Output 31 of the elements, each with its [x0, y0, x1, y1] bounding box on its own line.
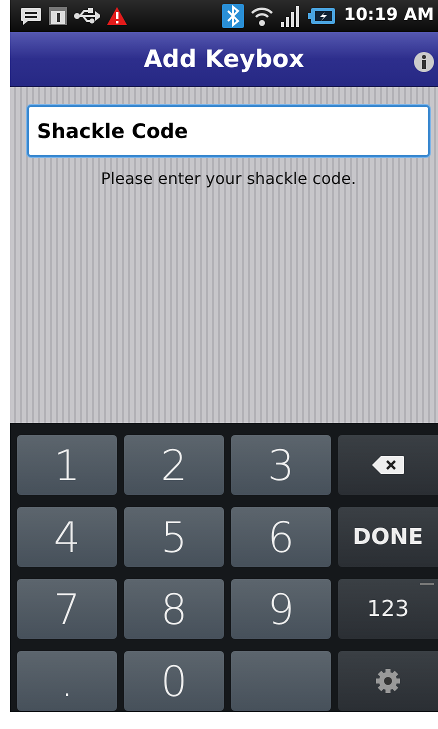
key[interactable]: 9: [231, 579, 331, 639]
key[interactable]: 7: [17, 579, 117, 639]
battery-icon: [308, 7, 336, 25]
key[interactable]: 6: [231, 507, 331, 567]
done-key[interactable]: DONE: [338, 507, 438, 567]
usb-icon: [74, 8, 100, 24]
warning-icon: [106, 6, 128, 26]
key[interactable]: 4: [17, 507, 117, 567]
calendar-icon: [48, 6, 68, 26]
message-icon: [20, 6, 42, 26]
key[interactable]: 2: [124, 435, 224, 495]
key[interactable]: 1: [17, 435, 117, 495]
screen-title: Add Keybox: [144, 44, 304, 75]
key[interactable]: 3: [231, 435, 331, 495]
key[interactable]: 8: [124, 579, 224, 639]
settings-icon: [374, 667, 402, 695]
mode-key[interactable]: 123: [338, 579, 438, 639]
backspace-icon: [371, 455, 405, 475]
clock-text: 10:19 AM: [344, 4, 434, 28]
signal-icon: [280, 4, 302, 28]
bluetooth-icon: [222, 4, 244, 28]
info-icon[interactable]: [413, 50, 435, 73]
wifi-icon: [250, 5, 274, 27]
backspace-key[interactable]: [338, 435, 438, 495]
hint-text: Please enter your shackle code.: [100, 168, 358, 190]
hint-mark: [420, 583, 434, 585]
shackle-code-field[interactable]: Shackle Code: [27, 105, 430, 157]
settings-key[interactable]: [338, 651, 438, 711]
key[interactable]: 0: [124, 651, 224, 711]
key[interactable]: .: [17, 651, 117, 711]
key[interactable]: 5: [124, 507, 224, 567]
